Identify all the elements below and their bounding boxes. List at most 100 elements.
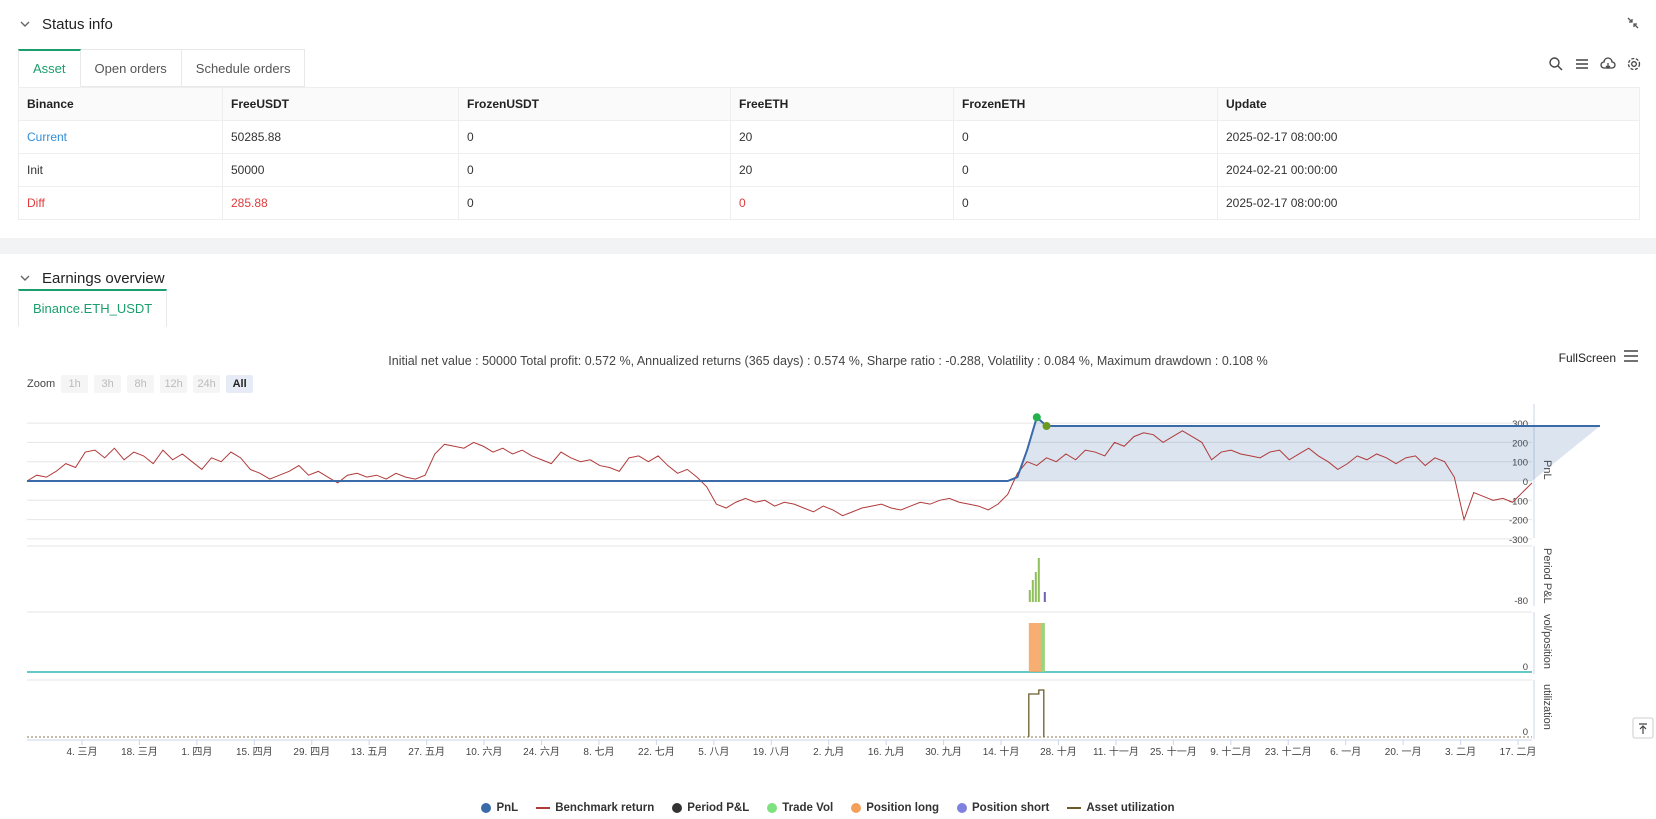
x-tick-label: 8. 七月 bbox=[583, 746, 614, 758]
x-tick-label: 24. 六月 bbox=[523, 746, 560, 758]
table-row: Diff 285.88 0 0 0 2025-02-17 08:00:00 bbox=[18, 186, 1640, 220]
table-row: Current 50285.88 0 20 0 2025-02-17 08:00… bbox=[18, 120, 1640, 154]
search-icon[interactable] bbox=[1548, 56, 1564, 72]
zoom-12h[interactable]: 12h bbox=[160, 375, 188, 393]
legend-label: Benchmark return bbox=[555, 802, 655, 814]
x-tick-label: 28. 十月 bbox=[1040, 745, 1077, 758]
x-tick-label: 11. 十一月 bbox=[1093, 745, 1139, 758]
table-cell: 2025-02-17 08:00:00 bbox=[1217, 186, 1640, 220]
table-cell: 0 bbox=[458, 153, 731, 187]
performance-summary: Initial net value : 50000 Total profit: … bbox=[388, 354, 1268, 368]
y-tick-label: -200 bbox=[1509, 516, 1528, 527]
period-axis-label: Period P&L bbox=[1541, 548, 1553, 604]
tab-schedule-orders[interactable]: Schedule orders bbox=[181, 49, 306, 87]
legend-label: Trade Vol bbox=[782, 802, 834, 814]
status-header[interactable]: Status info bbox=[18, 14, 113, 34]
legend-marker bbox=[957, 803, 968, 813]
fullscreen-control[interactable]: FullScreen bbox=[1559, 350, 1638, 365]
legend-marker bbox=[1067, 807, 1082, 809]
x-tick-label: 20. 一月 bbox=[1385, 746, 1422, 758]
legend-label: Position long bbox=[866, 802, 940, 814]
x-tick-label: 3. 二月 bbox=[1445, 746, 1476, 758]
legend-marker bbox=[767, 803, 778, 813]
utilization-line bbox=[1028, 689, 1045, 737]
asset-table: Binance FreeUSDT FrozenUSDT FreeETH Froz… bbox=[18, 87, 1640, 220]
table-cell: 2024-02-21 00:00:00 bbox=[1217, 153, 1640, 187]
x-tick-label: 15. 四月 bbox=[236, 746, 273, 758]
x-tick-label: 2. 九月 bbox=[813, 746, 844, 758]
y-tick-label: 0 bbox=[1523, 662, 1528, 673]
zoom-24h[interactable]: 24h bbox=[193, 375, 221, 393]
table-cell: 0 bbox=[730, 186, 954, 220]
earnings-chart[interactable]: 3002001000-100-200-300PnL-80Period P&L0v… bbox=[0, 394, 1656, 802]
buy-marker bbox=[1032, 413, 1041, 422]
earnings-title: Earnings overview bbox=[42, 269, 165, 287]
status-panel: Status info Asset Open orders Schedule o… bbox=[0, 0, 1656, 238]
col-free-eth: FreeETH bbox=[730, 87, 954, 121]
legend-position-short[interactable]: Position short bbox=[957, 802, 1049, 814]
x-tick-label: 22. 七月 bbox=[638, 746, 675, 758]
zoom-3h[interactable]: 3h bbox=[94, 375, 122, 393]
y-tick-label: -80 bbox=[1514, 596, 1528, 607]
table-cell: 0 bbox=[458, 186, 731, 220]
chevron-down-icon[interactable] bbox=[18, 17, 32, 31]
legend-position-long[interactable]: Position long bbox=[851, 802, 939, 814]
table-cell: 2025-02-17 08:00:00 bbox=[1217, 120, 1640, 154]
x-tick-label: 27. 五月 bbox=[408, 746, 445, 758]
table-cell: 0 bbox=[953, 153, 1218, 187]
earnings-header[interactable]: Earnings overview bbox=[18, 268, 165, 288]
legend-marker bbox=[672, 803, 683, 813]
list-icon[interactable] bbox=[1574, 56, 1590, 72]
col-update: Update bbox=[1217, 87, 1640, 121]
y-tick-label: 0 bbox=[1523, 727, 1528, 738]
status-title: Status info bbox=[42, 15, 113, 33]
x-tick-label: 16. 九月 bbox=[868, 746, 905, 758]
table-cell: 0 bbox=[458, 120, 731, 154]
legend-pnl[interactable]: PnL bbox=[481, 802, 518, 814]
period-pnl-bar bbox=[1031, 580, 1034, 602]
trade-vol-bar bbox=[1040, 623, 1045, 672]
hamburger-menu-icon[interactable] bbox=[1624, 350, 1638, 365]
zoom-8h[interactable]: 8h bbox=[127, 375, 155, 393]
legend-marker bbox=[481, 803, 492, 813]
row-label-current[interactable]: Current bbox=[18, 120, 223, 154]
gear-icon[interactable] bbox=[1626, 56, 1642, 72]
fullscreen-label[interactable]: FullScreen bbox=[1559, 351, 1616, 365]
zoom-selector: Zoom 1h 3h 8h 12h 24h All bbox=[27, 375, 254, 393]
row-label-init: Init bbox=[18, 153, 223, 187]
x-tick-label: 30. 九月 bbox=[925, 746, 962, 758]
table-cell: 20 bbox=[730, 153, 954, 187]
period-pnl-bar bbox=[1028, 590, 1031, 602]
x-tick-label: 1. 四月 bbox=[181, 746, 212, 758]
col-free-usdt: FreeUSDT bbox=[222, 87, 459, 121]
legend-label: Position short bbox=[972, 802, 1050, 814]
legend-trade-vol[interactable]: Trade Vol bbox=[767, 802, 833, 814]
table-row: Init 50000 0 20 0 2024-02-21 00:00:00 bbox=[18, 153, 1640, 187]
x-tick-label: 10. 六月 bbox=[466, 746, 503, 758]
legend-label: Asset utilization bbox=[1086, 802, 1175, 814]
x-tick-label: 9. 十二月 bbox=[1210, 745, 1251, 758]
legend-marker bbox=[851, 803, 862, 813]
tab-open-orders[interactable]: Open orders bbox=[80, 49, 182, 87]
table-toolbar bbox=[1548, 56, 1642, 72]
tab-asset[interactable]: Asset bbox=[18, 49, 81, 87]
cloud-download-icon[interactable] bbox=[1600, 56, 1616, 72]
collapse-arrows-icon[interactable] bbox=[1626, 16, 1640, 30]
tab-binance-eth-usdt[interactable]: Binance.ETH_USDT bbox=[18, 289, 168, 327]
chart-legend: PnL Benchmark return Period P&L Trade Vo… bbox=[0, 802, 1656, 814]
legend-asset-utilization[interactable]: Asset utilization bbox=[1067, 802, 1175, 814]
row-label-diff: Diff bbox=[18, 186, 223, 220]
x-tick-label: 29. 四月 bbox=[293, 746, 330, 758]
util-axis-label: utilization bbox=[1541, 684, 1553, 730]
zoom-1h[interactable]: 1h bbox=[61, 375, 89, 393]
legend-marker bbox=[536, 807, 551, 809]
chevron-down-icon[interactable] bbox=[18, 271, 32, 285]
legend-benchmark[interactable]: Benchmark return bbox=[536, 802, 654, 814]
status-tabs: Asset Open orders Schedule orders bbox=[18, 49, 306, 87]
x-tick-label: 14. 十月 bbox=[983, 745, 1020, 758]
earnings-tabs: Binance.ETH_USDT bbox=[18, 289, 168, 327]
table-cell: 20 bbox=[730, 120, 954, 154]
sell-marker bbox=[1042, 421, 1051, 430]
zoom-all[interactable]: All bbox=[226, 375, 254, 393]
legend-period-pnl[interactable]: Period P&L bbox=[672, 802, 749, 814]
